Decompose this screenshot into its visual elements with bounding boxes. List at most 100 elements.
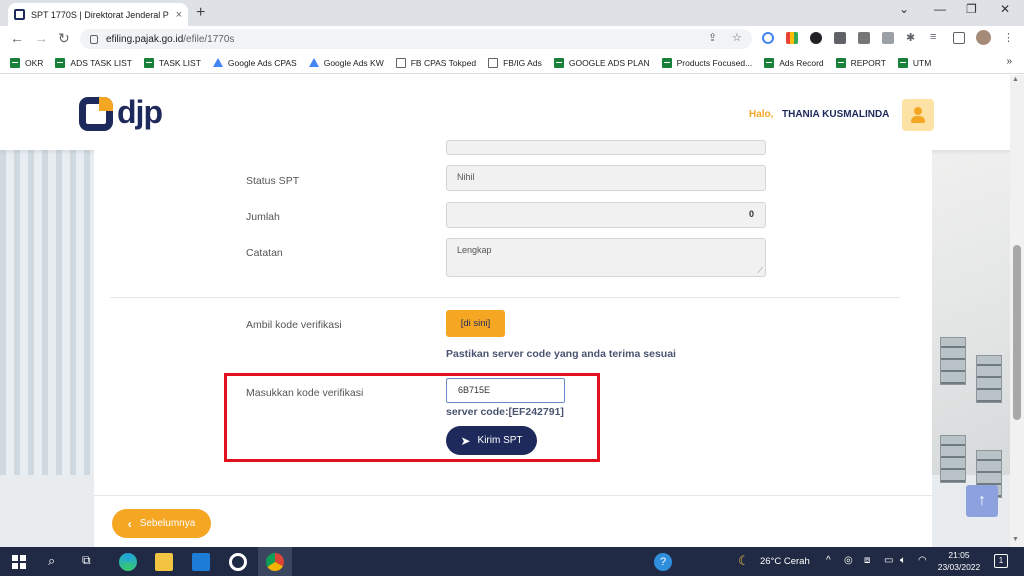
volume-icon[interactable]: 🔈︎ [900, 555, 918, 573]
share-icon[interactable]: ⇪ [708, 31, 717, 44]
bookmark-item[interactable]: OKR [10, 57, 43, 68]
bookmark-item[interactable]: REPORT [835, 57, 886, 68]
bookmark-label: ADS TASK LIST [70, 57, 132, 68]
taskbar-clock[interactable]: 21:05 23/03/2022 [935, 549, 983, 573]
tab-close-icon[interactable]: × [176, 9, 182, 21]
address-bar[interactable]: efiling.pajak.go.id/efile/1770s [80, 29, 752, 49]
jumlah-label: Jumlah [246, 211, 280, 223]
divider [94, 495, 932, 496]
chrome-icon[interactable] [266, 553, 284, 571]
bookmark-item[interactable]: TASK LIST [144, 57, 201, 68]
google-ads-icon [308, 58, 319, 67]
bookmark-item[interactable]: Ads Record [764, 57, 824, 68]
extension-analytics-icon[interactable] [786, 32, 798, 44]
reading-list-icon[interactable]: ≡ [930, 31, 936, 43]
scroll-to-top-button[interactable]: ↑ [966, 485, 998, 517]
extension-db-icon[interactable] [834, 32, 846, 44]
status-spt-field: Nihil [446, 165, 766, 191]
bookmark-item[interactable]: UTM [897, 57, 932, 68]
bookmark-label: UTM [912, 57, 932, 68]
tray-sync-icon[interactable]: ⧈ [864, 555, 882, 573]
sheets-icon [897, 57, 908, 68]
side-panel-icon[interactable] [953, 32, 965, 44]
sheets-icon [553, 57, 564, 68]
browser-tab[interactable]: SPT 1770S | Direktorat Jenderal P × [8, 3, 188, 26]
wifi-icon[interactable]: ◠ [918, 555, 936, 573]
minimize-icon[interactable]: — [934, 2, 946, 16]
bookmark-item[interactable]: ADS TASK LIST [55, 57, 132, 68]
kirim-spt-button[interactable]: ➤ Kirim SPT [446, 426, 537, 455]
bookmark-item[interactable]: FB/IG Ads [488, 57, 542, 68]
window-close-icon[interactable]: ✕ [1000, 2, 1010, 16]
bookmark-item[interactable]: Products Focused... [661, 57, 753, 68]
obs-icon[interactable] [229, 553, 247, 571]
tray-chevron-icon[interactable]: ^ [826, 555, 844, 573]
new-tab-button[interactable]: + [196, 4, 205, 22]
tab-search-icon[interactable]: ⌄ [899, 2, 909, 16]
bookmark-label: FB CPAS Tokped [410, 57, 477, 68]
djp-favicon-icon [14, 9, 25, 20]
google-ads-icon [212, 58, 223, 67]
bookmark-label: Google Ads CPAS [227, 57, 297, 68]
weather-text[interactable]: 26°C Cerah [760, 556, 810, 567]
image-icon [395, 57, 406, 68]
extension-k-icon[interactable] [810, 32, 822, 44]
server-code-text: server code:[EF242791] [446, 406, 564, 418]
forward-icon[interactable]: → [34, 30, 48, 46]
masukkan-kode-label: Masukkan kode verifikasi [246, 387, 364, 399]
file-explorer-icon[interactable] [155, 553, 173, 571]
scroll-up-icon[interactable]: ▲ [1012, 76, 1019, 83]
resize-handle-icon[interactable]: ⟋ [757, 266, 763, 276]
sheets-icon [10, 57, 20, 68]
edge-icon[interactable] [119, 553, 137, 571]
server-code-hint: Pastikan server code yang anda terima se… [446, 348, 676, 360]
catatan-value: Lengkap [457, 245, 492, 255]
sheets-icon [764, 57, 775, 68]
previous-button[interactable]: ‹ Sebelumnya [112, 509, 211, 538]
avatar-head [914, 107, 922, 115]
scroll-down-icon[interactable]: ▼ [1012, 536, 1019, 543]
bookmark-item[interactable]: GOOGLE ADS PLAN [553, 57, 650, 68]
extension-code-icon[interactable] [882, 32, 894, 44]
bookmark-item[interactable]: Google Ads CPAS [212, 57, 297, 68]
djp-logo-icon[interactable] [79, 97, 113, 131]
pembetulan-field [446, 140, 766, 155]
extensions-puzzle-icon[interactable]: ✱ [906, 31, 915, 44]
bookmarks-bar: OKR ADS TASK LIST TASK LIST Google Ads CPAS… [0, 52, 1024, 74]
notification-icon[interactable]: 1 [994, 554, 1008, 568]
clock-time: 21:05 [948, 550, 970, 560]
user-avatar-icon[interactable] [902, 99, 934, 131]
catatan-textarea[interactable]: Lengkap ⟋ [446, 238, 766, 277]
windows-start-icon[interactable] [12, 555, 26, 569]
tray-app-icon[interactable]: ◎ [844, 555, 862, 573]
bookmark-star-icon[interactable]: ☆ [732, 31, 742, 44]
bookmark-label: Products Focused... [676, 57, 753, 68]
djp-logo-text[interactable]: djp [117, 94, 163, 131]
back-icon[interactable]: ← [10, 30, 24, 46]
bookmark-label: REPORT [850, 57, 886, 68]
bookmark-item[interactable]: Google Ads KW [308, 58, 384, 68]
get-verification-code-button[interactable]: [di sini] [446, 310, 505, 337]
bookmark-item[interactable]: FB CPAS Tokped [395, 57, 477, 68]
extension-link-icon[interactable] [762, 32, 774, 44]
scrollbar-thumb[interactable] [1013, 245, 1021, 420]
profile-avatar[interactable] [976, 30, 991, 45]
verification-code-input[interactable]: 6B715E [446, 378, 565, 403]
lock-icon [90, 34, 98, 44]
mail-icon[interactable] [192, 553, 210, 571]
user-name[interactable]: THANIA KUSMALINDA [782, 109, 889, 120]
reload-icon[interactable]: ↻ [58, 30, 70, 47]
extension-grid-icon[interactable] [858, 32, 870, 44]
menu-kebab-icon[interactable]: ⋮ [1003, 31, 1014, 44]
ambil-kode-label: Ambil kode verifikasi [246, 319, 342, 331]
help-icon[interactable]: ? [654, 553, 672, 571]
restore-icon[interactable]: ❐ [966, 2, 977, 16]
bookmark-label: FB/IG Ads [503, 57, 542, 68]
search-icon[interactable]: ⌕ [48, 553, 66, 571]
previous-label: Sebelumnya [139, 518, 196, 529]
bookmarks-overflow-icon[interactable]: » [1006, 56, 1012, 67]
task-view-icon[interactable]: ⧉ [82, 553, 100, 571]
moon-weather-icon: ☾ [738, 553, 750, 568]
catatan-label: Catatan [246, 247, 283, 259]
bookmark-label: Ads Record [779, 57, 824, 68]
